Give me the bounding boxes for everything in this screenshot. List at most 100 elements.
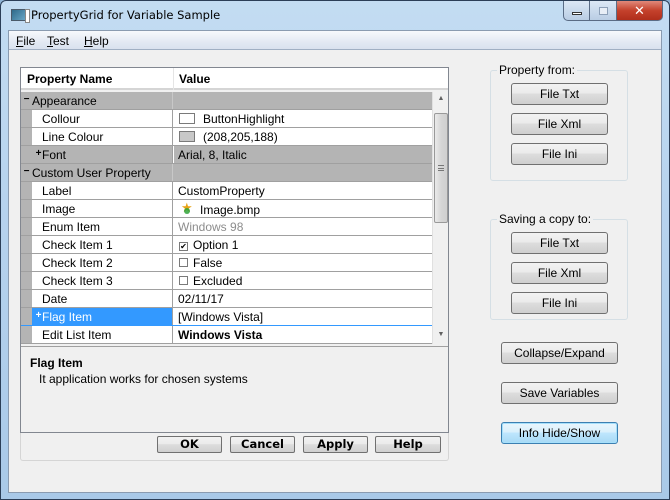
- info-hide-show-button[interactable]: Info Hide/Show: [501, 422, 618, 444]
- property-value-cell[interactable]: [174, 92, 432, 109]
- ok-button[interactable]: OK: [157, 436, 222, 453]
- property-row[interactable]: Enum Item Windows 98: [21, 218, 432, 236]
- property-name-cell[interactable]: Enum Item: [21, 218, 173, 235]
- property-name-cell[interactable]: Line Colour: [21, 128, 173, 145]
- app-icon: [11, 9, 30, 23]
- maximize-button[interactable]: [590, 1, 617, 21]
- property-value: Excluded: [193, 274, 243, 288]
- save-variables-button[interactable]: Save Variables: [501, 382, 618, 404]
- property-value-cell[interactable]: Windows Vista: [174, 326, 432, 343]
- property-name: Appearance: [32, 94, 97, 108]
- property-value-cell[interactable]: CustomProperty: [174, 182, 432, 199]
- menu-file[interactable]: File: [16, 34, 35, 48]
- property-name-cell[interactable]: Label: [21, 182, 173, 199]
- property-value: 02/11/17: [178, 292, 224, 306]
- property-value-cell[interactable]: ✔ Option 1: [174, 236, 432, 253]
- help-button[interactable]: Help: [375, 436, 441, 453]
- collapse-expand-button[interactable]: Collapse/Expand: [501, 342, 618, 364]
- title-bar[interactable]: PropertyGrid for Variable Sample ✕: [1, 1, 669, 29]
- property-name-cell[interactable]: Edit List Item: [21, 326, 173, 343]
- category-row[interactable]: − Appearance: [21, 92, 432, 110]
- column-header-property-name[interactable]: Property Name: [27, 72, 112, 86]
- menu-file-rest: ile: [23, 34, 36, 48]
- save-file-txt-button[interactable]: File Txt: [511, 232, 608, 254]
- row-gutter: [21, 236, 32, 253]
- property-row[interactable]: + Flag Item [Windows Vista]: [21, 308, 432, 326]
- row-gutter: [21, 254, 32, 271]
- property-value-cell[interactable]: ButtonHighlight: [174, 110, 432, 127]
- scroll-down-icon[interactable]: ▼: [436, 331, 446, 341]
- category-row[interactable]: − Custom User Property: [21, 164, 432, 182]
- property-name-cell[interactable]: Check Item 2: [21, 254, 173, 271]
- property-value-wrapper: ButtonHighlight: [178, 112, 284, 126]
- property-name-cell[interactable]: + Flag Item: [21, 308, 173, 325]
- load-file-xml-button[interactable]: File Xml: [511, 113, 608, 135]
- property-name: Label: [42, 184, 72, 198]
- column-header-value[interactable]: Value: [179, 72, 210, 86]
- vertical-scrollbar[interactable]: ▲ ▼: [432, 92, 448, 344]
- property-name: Image: [42, 202, 76, 216]
- property-value-cell[interactable]: Windows 98: [174, 218, 432, 235]
- property-value: CustomProperty: [178, 184, 265, 198]
- save-file-xml-button[interactable]: File Xml: [511, 262, 608, 284]
- menu-test[interactable]: Test: [47, 34, 69, 48]
- property-name-cell[interactable]: Image: [21, 200, 173, 217]
- grid-button-bar: OK Cancel Apply Help: [20, 433, 449, 461]
- property-value-cell[interactable]: Arial, 8, Italic: [174, 146, 432, 163]
- app-window: PropertyGrid for Variable Sample ✕ File …: [0, 0, 670, 500]
- property-value: (208,205,188): [203, 130, 278, 144]
- collapse-icon[interactable]: −: [22, 95, 31, 105]
- property-value-cell[interactable]: (208,205,188): [174, 128, 432, 145]
- property-row[interactable]: Edit List Item Windows Vista: [21, 326, 432, 344]
- property-name-cell[interactable]: + Font: [21, 146, 173, 163]
- property-row[interactable]: Check Item 2 False: [21, 254, 432, 272]
- save-file-ini-button[interactable]: File Ini: [511, 292, 608, 314]
- load-file-txt-button[interactable]: File Txt: [511, 83, 608, 105]
- property-value-cell[interactable]: 02/11/17: [174, 290, 432, 307]
- property-value: Option 1: [193, 238, 239, 252]
- collapse-icon[interactable]: −: [22, 167, 31, 177]
- property-value: Arial, 8, Italic: [178, 148, 247, 162]
- scrollbar-thumb[interactable]: [434, 113, 448, 223]
- property-value: Windows 98: [178, 220, 244, 234]
- checkbox-unchecked-icon[interactable]: [179, 276, 188, 285]
- property-row[interactable]: Date 02/11/17: [21, 290, 432, 308]
- property-row[interactable]: Collour ButtonHighlight: [21, 110, 432, 128]
- property-row[interactable]: Line Colour (208,205,188): [21, 128, 432, 146]
- property-row[interactable]: Check Item 3 Excluded: [21, 272, 432, 290]
- column-separator[interactable]: [173, 68, 174, 90]
- apply-button[interactable]: Apply: [303, 436, 368, 453]
- property-name-cell[interactable]: Date: [21, 290, 173, 307]
- property-value-wrapper: Image.bmp: [178, 200, 260, 217]
- property-name-cell[interactable]: − Appearance: [21, 92, 173, 109]
- property-value-wrapper: 02/11/17: [178, 292, 224, 306]
- property-name: Collour: [42, 112, 81, 126]
- property-name-cell[interactable]: Check Item 3: [21, 272, 173, 289]
- checkbox-unchecked-icon[interactable]: [179, 258, 188, 267]
- menu-help[interactable]: Help: [84, 34, 109, 48]
- cancel-button[interactable]: Cancel: [230, 436, 295, 453]
- property-value-cell[interactable]: Excluded: [174, 272, 432, 289]
- saving-copy-label: Saving a copy to:: [497, 212, 594, 226]
- property-value-wrapper: Windows Vista: [178, 328, 262, 342]
- property-name-cell[interactable]: − Custom User Property: [21, 164, 173, 181]
- scroll-up-icon[interactable]: ▲: [436, 95, 446, 105]
- property-rows: − Appearance Collour ButtonHighlight Line Co…: [21, 92, 432, 344]
- property-value-cell[interactable]: False: [174, 254, 432, 271]
- property-row[interactable]: + Font Arial, 8, Italic: [21, 146, 432, 164]
- property-name: Custom User Property: [32, 166, 151, 180]
- property-row[interactable]: Image Image.bmp: [21, 200, 432, 218]
- checkbox-checked-icon[interactable]: ✔: [179, 242, 188, 251]
- close-button[interactable]: ✕: [617, 1, 663, 21]
- property-value-cell[interactable]: [Windows Vista]: [174, 308, 432, 325]
- minimize-button[interactable]: [563, 1, 590, 21]
- load-file-ini-button[interactable]: File Ini: [511, 143, 608, 165]
- property-row[interactable]: Label CustomProperty: [21, 182, 432, 200]
- menu-help-rest: elp: [92, 34, 109, 48]
- property-value-cell[interactable]: [174, 164, 432, 181]
- property-name-cell[interactable]: Check Item 1: [21, 236, 173, 253]
- help-pane: Flag Item It application works for chose…: [21, 346, 448, 432]
- property-value-cell[interactable]: Image.bmp: [174, 200, 432, 217]
- property-row[interactable]: Check Item 1 ✔ Option 1: [21, 236, 432, 254]
- property-name-cell[interactable]: Collour: [21, 110, 173, 127]
